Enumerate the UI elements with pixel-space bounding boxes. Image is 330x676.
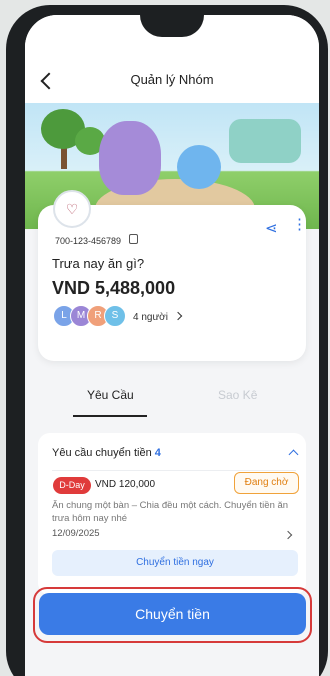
group-name: Trưa nay ăn gì? xyxy=(52,256,145,271)
phone-frame: Quản lý Nhóm ♡ ⋖ ⋮ 700-123-456789 Trưa n… xyxy=(6,5,328,676)
group-avatar: ♡ xyxy=(53,190,91,228)
request-amount: VND 120,000 xyxy=(95,479,156,490)
copy-icon[interactable] xyxy=(129,234,138,244)
transfer-now-button[interactable]: Chuyển tiền ngay xyxy=(52,550,298,576)
account-number: 700-123-456789 xyxy=(55,236,122,246)
dday-badge: D-Day xyxy=(53,477,91,494)
request-description: Ăn chung một bàn – Chia đều một cách. Ch… xyxy=(52,500,289,524)
more-options-icon[interactable]: ⋮ xyxy=(292,215,307,233)
request-date: 12/09/2025 xyxy=(52,528,100,539)
blue-mascot xyxy=(177,145,221,189)
requests-title-text: Yêu cầu chuyển tiền xyxy=(52,447,152,459)
member-avatar: S xyxy=(104,305,126,327)
purple-mascot xyxy=(99,121,161,195)
requests-count: 4 xyxy=(154,447,161,459)
page-title: Quản lý Nhóm xyxy=(130,72,214,87)
requests-title: Yêu cầu chuyển tiền 4 xyxy=(52,447,161,459)
divider xyxy=(52,470,296,471)
tab-statement[interactable]: Sao Kê xyxy=(218,388,257,402)
tab-requests[interactable]: Yêu Cầu xyxy=(87,388,134,402)
share-icon[interactable]: ⋖ xyxy=(265,219,278,237)
active-tab-indicator xyxy=(73,415,147,417)
camper-van xyxy=(229,119,301,163)
member-avatars[interactable]: L M R S xyxy=(53,305,143,327)
app-screen: Quản lý Nhóm ♡ ⋖ ⋮ 700-123-456789 Trưa n… xyxy=(25,15,319,676)
member-count[interactable]: 4 người xyxy=(133,312,168,323)
pending-status-badge: Đang chờ xyxy=(234,472,299,494)
transfer-button[interactable]: Chuyển tiền xyxy=(39,593,306,635)
group-balance: VND 5,488,000 xyxy=(52,278,176,298)
